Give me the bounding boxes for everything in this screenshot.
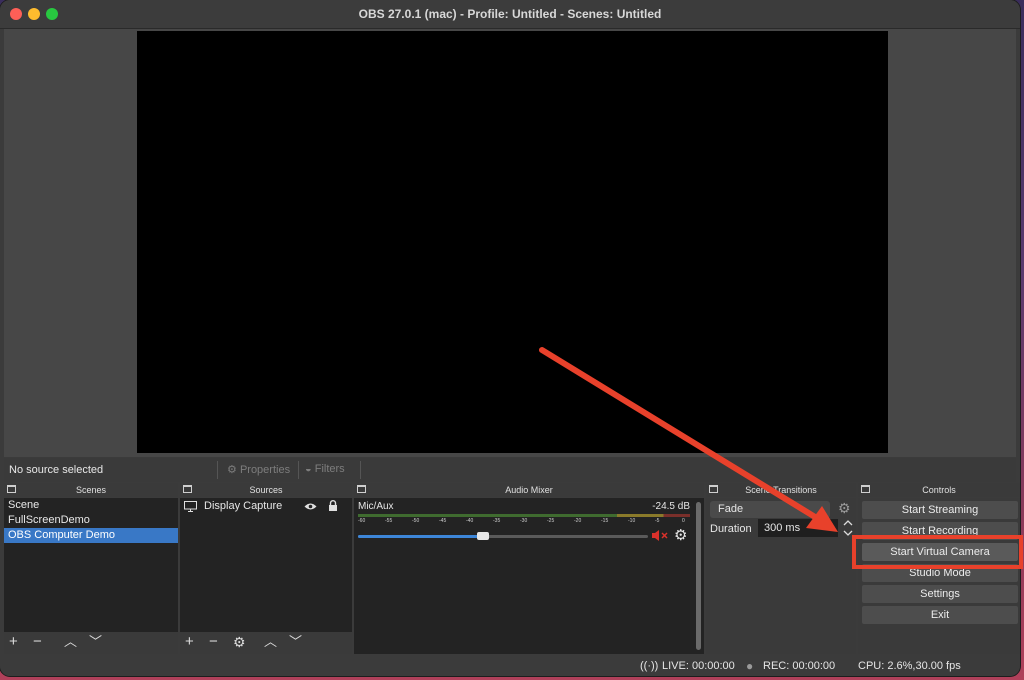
annotation-highlight-box	[852, 535, 1023, 569]
annotation-overlay	[539, 347, 1023, 569]
annotation-arrow-head	[806, 506, 838, 532]
annotation-arrow-shaft	[539, 347, 823, 523]
